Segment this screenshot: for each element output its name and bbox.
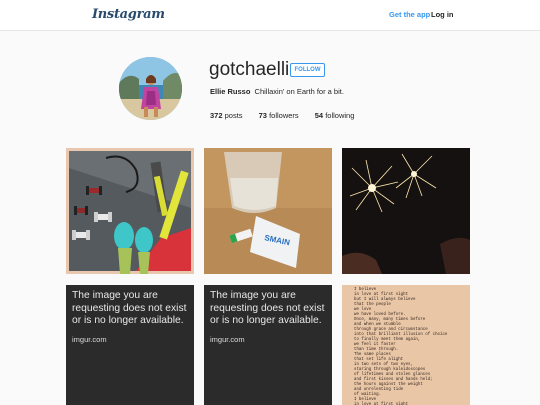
posts-stat: 372 posts [210, 111, 243, 120]
imgur-domain: imgur.com [72, 335, 107, 344]
following-label: following [325, 111, 355, 120]
profile-username: gotchaellie [209, 59, 300, 80]
imgur-domain: imgur.com [210, 335, 245, 344]
following-stat[interactable]: 54 following [315, 111, 355, 120]
posts-count: 372 [210, 111, 223, 120]
get-the-app-link[interactable]: Get the app [389, 10, 430, 19]
poem-text: I believe in love at first sight but I w… [354, 288, 448, 405]
unavailable-message: The image you are requesting does not ex… [210, 290, 325, 326]
log-in-link[interactable]: Log in [431, 10, 454, 19]
followers-label: followers [269, 111, 299, 120]
post-thumbnail-poem[interactable]: I believe in love at first sight but I w… [342, 285, 470, 405]
posts-label: posts [224, 111, 243, 120]
post-thumbnail-unavailable-2[interactable]: The image you are requesting does not ex… [204, 285, 332, 405]
following-count: 54 [314, 111, 324, 120]
avatar-photo [119, 57, 182, 120]
post-thumbnail-glass[interactable]: SMAIN [204, 148, 332, 274]
post-photo-sparklers [342, 148, 470, 274]
profile-full-name: Ellie Russo [210, 87, 251, 96]
post-thumbnail-unavailable-1[interactable]: The image you are requesting does not ex… [66, 285, 194, 405]
post-photo-workout [66, 148, 194, 274]
follow-button[interactable]: FOLLOW [290, 63, 325, 77]
followers-count: 73 [258, 111, 267, 120]
followers-stat[interactable]: 73 followers [259, 111, 299, 120]
avatar[interactable] [119, 57, 182, 120]
post-thumbnail-sparklers[interactable] [342, 148, 470, 274]
profile-bio-text: Chillaxin' on Earth for a bit. [254, 87, 344, 96]
profile-bio: Ellie Russo Chillaxin' on Earth for a bi… [210, 87, 344, 96]
top-bar: Instagram Get the app Log in [0, 0, 540, 31]
post-thumbnail-workout[interactable] [66, 148, 194, 274]
post-photo-glass: SMAIN [204, 148, 332, 274]
instagram-logo[interactable]: Instagram [92, 7, 165, 22]
profile-stats: 372 posts 73 followers 54 following [210, 111, 368, 120]
unavailable-message: The image you are requesting does not ex… [72, 290, 187, 326]
